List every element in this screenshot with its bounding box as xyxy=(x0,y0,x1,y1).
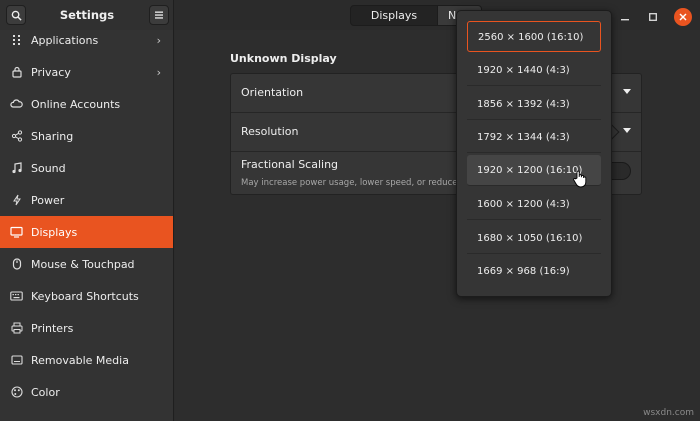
fractional-scaling-description: May increase power usage, lower speed, o… xyxy=(241,178,481,188)
menu-button[interactable] xyxy=(149,5,169,25)
resolution-option[interactable]: 1920 × 1440 (4:3) xyxy=(467,55,601,86)
lock-icon xyxy=(10,66,23,79)
resolution-option[interactable]: 1680 × 1050 (16:10) xyxy=(467,223,601,254)
sidebar-item-sharing[interactable]: Sharing xyxy=(0,120,173,152)
sidebar-item-label: Online Accounts xyxy=(31,97,121,111)
cloud-icon xyxy=(10,98,23,111)
search-icon xyxy=(11,10,22,21)
sidebar-item-label: Color xyxy=(31,385,60,399)
sidebar-item-online-accounts[interactable]: Online Accounts xyxy=(0,88,173,120)
sidebar-item-label: Applications xyxy=(31,33,99,47)
window-title: Settings xyxy=(59,8,115,22)
sidebar-item-printers[interactable]: Printers xyxy=(0,312,173,344)
sidebar-item-label: Mouse & Touchpad xyxy=(31,257,135,271)
sidebar-item-label: Sound xyxy=(31,161,66,175)
display-name-heading: Unknown Display xyxy=(230,52,337,65)
music-note-icon xyxy=(10,162,23,175)
resolution-option[interactable]: 2560 × 1600 (16:10) xyxy=(467,21,601,52)
sidebar-item-mouse-touchpad[interactable]: Mouse & Touchpad xyxy=(0,248,173,280)
watermark: wsxdn.com xyxy=(643,408,694,418)
sidebar: Applications › Privacy › Online Accounts… xyxy=(0,30,174,421)
sidebar-item-label: Displays xyxy=(31,225,78,239)
minimize-icon xyxy=(621,19,629,21)
close-button[interactable] xyxy=(674,8,692,26)
dropdown-arrow-icon[interactable] xyxy=(623,89,631,94)
maximize-icon xyxy=(649,13,657,21)
chevron-right-icon: › xyxy=(156,65,161,79)
orientation-label: Orientation xyxy=(241,86,304,99)
search-button[interactable] xyxy=(6,5,26,25)
media-icon xyxy=(10,354,23,367)
mouse-icon xyxy=(10,258,23,271)
grid-icon xyxy=(10,34,23,47)
dropdown-arrow-icon[interactable] xyxy=(623,128,631,133)
sidebar-item-label: Removable Media xyxy=(31,353,129,367)
sidebar-header: Settings xyxy=(0,0,174,30)
hand-cursor-icon xyxy=(573,170,587,188)
sidebar-item-color[interactable]: Color xyxy=(0,376,173,408)
fractional-scaling-label: Fractional Scaling xyxy=(241,158,339,171)
main-panel: Unknown Display Orientation Resolution F… xyxy=(175,30,700,421)
printer-icon xyxy=(10,322,23,335)
sidebar-item-label: Keyboard Shortcuts xyxy=(31,289,139,303)
palette-icon xyxy=(10,386,23,399)
resolution-option[interactable]: 1669 × 968 (16:9) xyxy=(467,256,601,287)
resolution-option[interactable]: 1856 × 1392 (4:3) xyxy=(467,89,601,120)
sidebar-item-removable-media[interactable]: Removable Media xyxy=(0,344,173,376)
hamburger-icon xyxy=(155,11,163,19)
sidebar-item-label: Sharing xyxy=(31,129,74,143)
display-icon xyxy=(10,226,23,239)
minimize-button[interactable] xyxy=(618,10,632,24)
resolution-option[interactable]: 1792 × 1344 (4:3) xyxy=(467,122,601,153)
sidebar-item-applications[interactable]: Applications › xyxy=(0,30,173,56)
resolution-option[interactable]: 1600 × 1200 (4:3) xyxy=(467,189,601,220)
share-icon xyxy=(10,130,23,143)
sidebar-item-keyboard-shortcuts[interactable]: Keyboard Shortcuts xyxy=(0,280,173,312)
sidebar-item-label: Printers xyxy=(31,321,74,335)
resolution-popover: 2560 × 1600 (16:10) 1920 × 1440 (4:3) 18… xyxy=(456,10,612,297)
close-icon xyxy=(679,13,687,21)
resolution-label: Resolution xyxy=(241,125,299,138)
chevron-right-icon: › xyxy=(156,33,161,47)
sidebar-item-displays[interactable]: Displays xyxy=(0,216,173,248)
window-controls xyxy=(618,8,692,26)
keyboard-icon xyxy=(10,290,23,303)
sidebar-item-privacy[interactable]: Privacy › xyxy=(0,56,173,88)
power-icon xyxy=(10,194,23,207)
sidebar-item-power[interactable]: Power xyxy=(0,184,173,216)
tab-displays[interactable]: Displays xyxy=(350,5,438,26)
maximize-button[interactable] xyxy=(646,10,660,24)
sidebar-item-sound[interactable]: Sound xyxy=(0,152,173,184)
sidebar-item-label: Privacy xyxy=(31,65,71,79)
sidebar-item-label: Power xyxy=(31,193,65,207)
